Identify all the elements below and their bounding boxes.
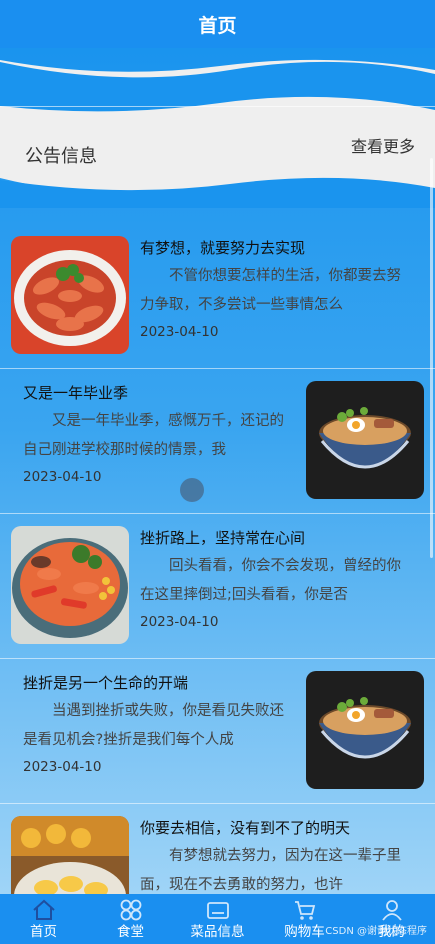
news-text: 挫折路上，坚持常在心间 回头看看，你会不会发现，曾经的你在这里摔倒过;回头看看，… — [140, 528, 410, 630]
news-title: 挫折是另一个生命的开端 — [23, 674, 189, 692]
list-item[interactable]: 挫折是另一个生命的开端 当遇到挫折或失败，你是看见失败还是看见机会?挫折是我们每… — [0, 659, 435, 804]
tab-canteen[interactable]: 食堂 — [87, 894, 174, 944]
ramen-bowl-photo — [306, 671, 424, 789]
page-title: 首页 — [198, 14, 237, 37]
home-icon — [32, 899, 55, 920]
news-text: 有梦想，就要努力去实现 不管你想要怎样的生活，你都要去努力争取，不多尝试一些事情… — [140, 238, 410, 340]
notice-banner: 公告信息 查看更多 — [0, 48, 435, 208]
news-desc: 当遇到挫折或失败，你是看见失败还是看见机会?挫折是我们每个人成 — [23, 703, 284, 748]
news-desc: 不管你想要怎样的生活，你都要去努力争取，不多尝试一些事情怎么 — [140, 268, 401, 313]
tab-label: 菜品信息 — [190, 924, 245, 940]
cart-icon — [294, 901, 315, 920]
view-more-link[interactable]: 查看更多 — [351, 133, 415, 157]
news-title: 又是一年毕业季 — [23, 384, 129, 402]
news-desc: 回头看看，你会不会发现，曾经的你在这里摔倒过;回头看看，你是否 — [140, 558, 401, 603]
news-desc: 有梦想就去努力，因为在这一辈子里面，现在不去勇敢的努力，也许 — [140, 848, 401, 893]
touch-cursor-indicator — [180, 478, 204, 502]
scrollbar[interactable] — [430, 158, 433, 558]
list-item[interactable]: 你要去相信，没有到不了的明天 有梦想就去努力，因为在这一辈子里面，现在不去勇敢的… — [0, 804, 435, 894]
news-text: 又是一年毕业季 又是一年毕业季，感慨万千，还记的自己刚进学校那时候的情景，我 2… — [23, 383, 293, 485]
seafood-bowl-photo — [11, 526, 129, 644]
shrimp-dish-photo — [11, 236, 129, 354]
tab-label: 购物车 — [284, 924, 325, 940]
page-header: 首页 — [0, 0, 435, 48]
list-item[interactable]: 又是一年毕业季 又是一年毕业季，感慨万千，还记的自己刚进学校那时候的情景，我 2… — [0, 369, 435, 514]
list-item[interactable]: 有梦想，就要努力去实现 不管你想要怎样的生活，你都要去努力争取，不多尝试一些事情… — [0, 224, 435, 369]
news-list: 有梦想，就要努力去实现 不管你想要怎样的生活，你都要去努力争取，不多尝试一些事情… — [0, 224, 435, 894]
news-text: 挫折是另一个生命的开端 当遇到挫折或失败，你是看见失败还是看见机会?挫折是我们每… — [23, 673, 293, 775]
watermark: CSDN @谢谢状态程序 — [325, 926, 427, 937]
tab-label: 食堂 — [117, 924, 144, 940]
user-icon — [381, 900, 402, 921]
news-title: 挫折路上，坚持常在心间 — [140, 529, 306, 547]
news-title: 你要去相信，没有到不了的明天 — [140, 819, 351, 837]
wave-banner-shape — [0, 59, 435, 208]
main-content: 公告信息 查看更多 有梦想，就要努力去实现 不管你想要怎样的生活，你都要去努力争… — [0, 48, 435, 894]
menu-card-icon — [206, 902, 229, 919]
ramen-bowl-photo — [306, 381, 424, 499]
news-date: 2023-04-10 — [23, 759, 102, 775]
tab-home[interactable]: 首页 — [0, 894, 87, 944]
notice-title: 公告信息 — [25, 146, 97, 167]
news-date: 2023-04-10 — [140, 614, 219, 630]
pineapple-dish-photo — [11, 816, 129, 894]
grid-icon — [120, 899, 141, 921]
news-date: 2023-04-10 — [140, 324, 219, 340]
news-title: 有梦想，就要努力去实现 — [140, 239, 306, 257]
tab-dishes[interactable]: 菜品信息 — [174, 894, 261, 944]
news-desc: 又是一年毕业季，感慨万千，还记的自己刚进学校那时候的情景，我 — [23, 413, 284, 458]
news-text: 你要去相信，没有到不了的明天 有梦想就去努力，因为在这一辈子里面，现在不去勇敢的… — [140, 818, 410, 894]
list-item[interactable]: 挫折路上，坚持常在心间 回头看看，你会不会发现，曾经的你在这里摔倒过;回头看看，… — [0, 514, 435, 659]
news-date: 2023-04-10 — [23, 469, 102, 485]
tab-label: 首页 — [30, 924, 57, 940]
